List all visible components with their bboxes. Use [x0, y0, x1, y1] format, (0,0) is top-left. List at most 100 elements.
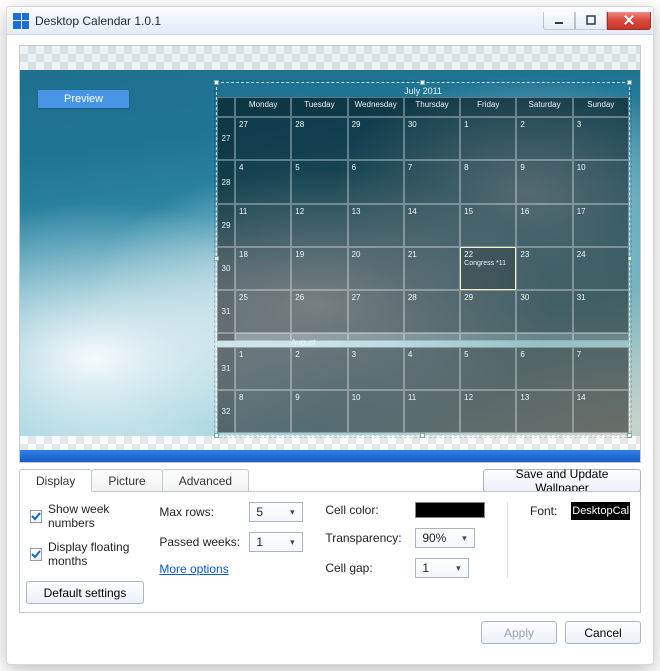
calendar-cell[interactable]: 2	[291, 347, 347, 390]
calendar-cell[interactable]: 10	[348, 390, 404, 433]
calendar-cell[interactable]: 16	[516, 204, 572, 247]
calendar-cell[interactable]: 4	[404, 347, 460, 390]
calendar-cell[interactable]: 12	[291, 204, 347, 247]
calendar-month-gap	[348, 333, 404, 341]
calendar-cell[interactable]: 31	[573, 290, 629, 333]
tab-picture[interactable]: Picture	[91, 469, 162, 492]
app-icon	[13, 13, 29, 29]
link-more-options[interactable]: More options	[159, 562, 228, 576]
calendar-cell[interactable]: 21	[404, 247, 460, 290]
calendar-cell[interactable]: 10	[573, 160, 629, 203]
calendar-cell[interactable]: 14	[573, 390, 629, 433]
checkmark-icon	[30, 548, 42, 561]
transparency-checker-top	[20, 46, 640, 70]
resize-handle[interactable]	[214, 433, 219, 438]
calendar-day-number: 28	[408, 293, 417, 302]
label-transparency: Transparency:	[325, 531, 407, 545]
resize-handle[interactable]	[420, 80, 425, 85]
label-passed-weeks: Passed weeks:	[159, 535, 241, 549]
checkbox-show-week-numbers[interactable]: Show week numbers	[30, 502, 137, 530]
calendar-cell[interactable]: 3	[573, 117, 629, 160]
calendar-cell[interactable]: 11	[404, 390, 460, 433]
calendar-cell[interactable]: 25	[235, 290, 291, 333]
calendar-month-gap	[516, 333, 572, 341]
resize-handle[interactable]	[627, 80, 632, 85]
calendar-day-number: 30	[408, 120, 417, 129]
calendar-cell[interactable]: 2	[516, 117, 572, 160]
color-swatch-cell[interactable]	[415, 502, 485, 518]
calendar-cell[interactable]: 20	[348, 247, 404, 290]
calendar-cell[interactable]: 29	[348, 117, 404, 160]
calendar-cell[interactable]: 24	[573, 247, 629, 290]
maximize-button[interactable]	[575, 12, 607, 30]
calendar-cell[interactable]: 19	[291, 247, 347, 290]
calendar-overlay[interactable]: July 2011 MondayTuesdayWednesdayThursday…	[216, 82, 630, 436]
calendar-day-number: 6	[352, 163, 356, 172]
calendar-cell[interactable]: 12	[460, 390, 516, 433]
calendar-cell[interactable]: 5	[291, 160, 347, 203]
resize-handle[interactable]	[214, 256, 219, 261]
select-value: 5	[256, 505, 263, 519]
select-cell-gap[interactable]: 1 ▾	[415, 558, 469, 578]
checkbox-display-floating-months[interactable]: Display floating months	[30, 540, 137, 568]
resize-handle[interactable]	[627, 433, 632, 438]
calendar-day-number: 21	[408, 250, 417, 259]
calendar-cell[interactable]: 9	[291, 390, 347, 433]
divider	[507, 502, 508, 578]
calendar-cell[interactable]: 7	[404, 160, 460, 203]
save-update-wallpaper-button[interactable]: Save and Update Wallpaper	[483, 469, 641, 492]
calendar-cell[interactable]: 13	[348, 204, 404, 247]
calendar-cell[interactable]: 8	[460, 160, 516, 203]
tab-display[interactable]: Display	[19, 469, 92, 492]
calendar-month-gap	[404, 333, 460, 341]
calendar-week-number: 31	[217, 290, 235, 333]
calendar-cell[interactable]: 1	[460, 117, 516, 160]
resize-handle[interactable]	[214, 80, 219, 85]
calendar-cell[interactable]: 28	[404, 290, 460, 333]
wallpaper-preview[interactable]: Preview July 2011 MondayTuesdayWednesday…	[19, 45, 641, 463]
calendar-cell[interactable]: 5	[460, 347, 516, 390]
resize-handle[interactable]	[420, 433, 425, 438]
calendar-cell[interactable]: 22Congress *11	[460, 247, 516, 290]
label-cell-gap: Cell gap:	[325, 561, 407, 575]
calendar-cell[interactable]: 9	[516, 160, 572, 203]
calendar-cell[interactable]: 17	[573, 204, 629, 247]
select-max-rows[interactable]: 5 ▾	[249, 502, 303, 522]
calendar-cell[interactable]: 27	[235, 117, 291, 160]
apply-button[interactable]: Apply	[481, 621, 557, 644]
calendar-cell[interactable]: 6	[516, 347, 572, 390]
calendar-month-title: July 2011	[217, 83, 629, 97]
calendar-cell[interactable]: 4	[235, 160, 291, 203]
titlebar[interactable]: Desktop Calendar 1.0.1	[7, 7, 653, 35]
calendar-cell[interactable]: 28	[291, 117, 347, 160]
calendar-weekday: Sunday	[573, 97, 629, 117]
close-button[interactable]	[607, 12, 651, 30]
calendar-day-number: 2	[295, 350, 299, 359]
calendar-cell[interactable]: 13	[516, 390, 572, 433]
calendar-day-number: 26	[295, 293, 304, 302]
calendar-cell[interactable]: 18	[235, 247, 291, 290]
calendar-cell[interactable]: 6	[348, 160, 404, 203]
calendar-day-number: 24	[577, 250, 586, 259]
tab-advanced[interactable]: Advanced	[162, 469, 249, 492]
calendar-cell[interactable]: 14	[404, 204, 460, 247]
calendar-cell[interactable]: 1	[235, 347, 291, 390]
label-font: Font:	[530, 504, 557, 518]
calendar-cell[interactable]: 15	[460, 204, 516, 247]
calendar-cell[interactable]: 29	[460, 290, 516, 333]
select-passed-weeks[interactable]: 1 ▾	[249, 532, 303, 552]
calendar-cell[interactable]: 30	[404, 117, 460, 160]
font-picker[interactable]: DesktopCal	[571, 502, 630, 520]
calendar-cell[interactable]: 26	[291, 290, 347, 333]
calendar-cell[interactable]: 27	[348, 290, 404, 333]
calendar-cell[interactable]: 23	[516, 247, 572, 290]
default-settings-button[interactable]: Default settings	[26, 581, 144, 604]
calendar-cell[interactable]: 3	[348, 347, 404, 390]
calendar-cell[interactable]: 30	[516, 290, 572, 333]
select-transparency[interactable]: 90% ▾	[415, 528, 475, 548]
cancel-button[interactable]: Cancel	[565, 621, 641, 644]
calendar-cell[interactable]: 8	[235, 390, 291, 433]
calendar-cell[interactable]: 7	[573, 347, 629, 390]
minimize-button[interactable]	[543, 12, 575, 30]
calendar-cell[interactable]: 11	[235, 204, 291, 247]
